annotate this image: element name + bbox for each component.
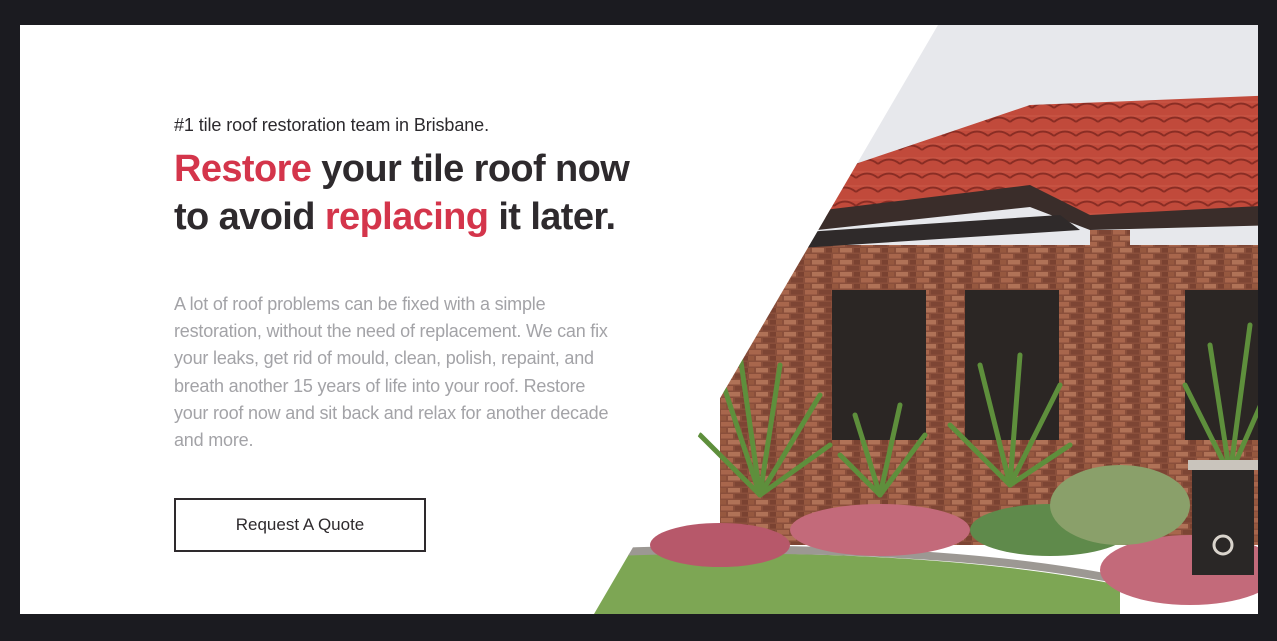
headline-accent-replacing: replacing <box>324 196 489 238</box>
hero-tagline: #1 tile roof restoration team in Brisban… <box>174 115 489 135</box>
headline-line2-start: to avoid <box>174 196 325 238</box>
headline-accent-restore: Restore <box>174 148 312 190</box>
request-quote-button[interactable]: Request A Quote <box>174 498 426 552</box>
hero-content: #1 tile roof restoration team in Brisban… <box>174 111 694 454</box>
hero-description: A lot of roof problems can be fixed with… <box>174 294 609 451</box>
hero-headline: Restore your tile roof now to avoid repl… <box>174 145 694 241</box>
hero-section: #1 tile roof restoration team in Brisban… <box>20 25 1258 614</box>
headline-line1-rest: your tile roof now <box>311 148 630 190</box>
headline-line2-end: it later. <box>488 196 616 238</box>
